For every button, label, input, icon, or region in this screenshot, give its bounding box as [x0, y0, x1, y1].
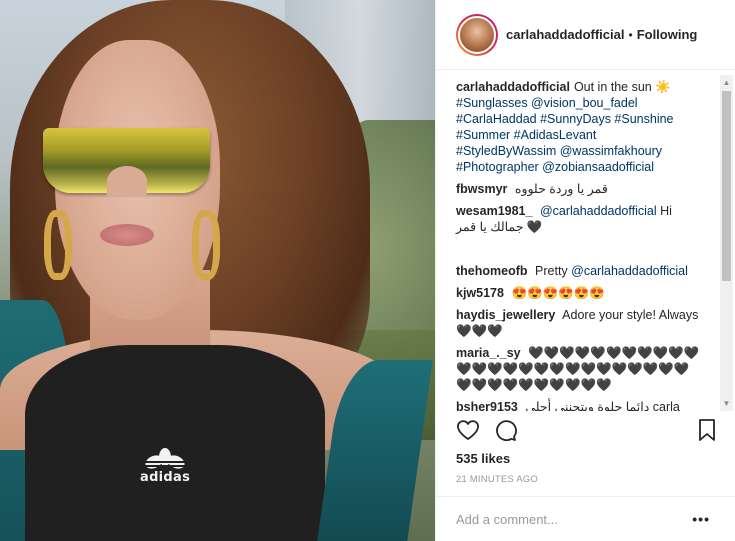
comment-username[interactable]: maria_._sy	[456, 346, 521, 360]
action-bar	[456, 418, 715, 442]
bookmark-icon[interactable]	[696, 418, 718, 442]
comment-text: 😍😍😍😍😍😍	[511, 286, 605, 300]
adidas-logo: adidas	[140, 448, 190, 485]
tank-top	[25, 345, 325, 541]
likes-count[interactable]: 535 likes	[456, 451, 510, 466]
caption-text: Out in the sun ☀️	[573, 80, 671, 94]
caption-line-4[interactable]: #Summer #AdidasLevant	[456, 128, 596, 142]
list-item: kjw5178 😍😍😍😍😍😍	[456, 285, 700, 301]
header-username[interactable]: carlahaddadofficial	[506, 27, 624, 42]
caption-line-3[interactable]: #CarlaHaddad #SunnyDays #Sunshine	[456, 112, 674, 126]
list-item: bsher9153 دائما حلوة وبتجنني أحلى carla …	[456, 399, 700, 411]
comment-username[interactable]: fbwsmyr	[456, 182, 507, 196]
post-header: carlahaddadofficial • Following	[436, 0, 735, 70]
more-options-icon[interactable]: •••	[692, 511, 710, 527]
comment-text: قمر يا وردة حلووه	[514, 182, 608, 196]
scrollbar-thumb[interactable]	[722, 91, 731, 281]
comment-text: Pretty	[535, 264, 568, 278]
list-item: haydis_jewellery Adore your style! Alway…	[456, 307, 700, 339]
post-side-panel: carlahaddadofficial • Following carlahad…	[435, 0, 735, 541]
list-item: fbwsmyr قمر يا وردة حلووه	[456, 181, 700, 197]
caption-username[interactable]: carlahaddadofficial	[456, 80, 570, 94]
post-photo[interactable]: adidas	[0, 0, 435, 541]
heart-icon[interactable]	[456, 418, 480, 442]
comment-icon[interactable]	[494, 418, 518, 442]
following-button[interactable]: Following	[637, 27, 698, 42]
caption-line-2[interactable]: #Sunglasses @vision_bou_fadel	[456, 96, 638, 110]
caption: carlahaddadofficial Out in the sun ☀️ #Su…	[456, 79, 700, 175]
comments-scrollbar[interactable]: ▲ ▼	[720, 75, 733, 411]
list-item: wesam1981_ @carlahaddadofficial Hi جمالك…	[456, 203, 700, 235]
comment-username[interactable]: bsher9153	[456, 400, 518, 411]
adidas-logo-text: adidas	[140, 470, 191, 485]
timestamp[interactable]: 21 MINUTES AGO	[456, 474, 538, 485]
caption-line-6[interactable]: #Photographer @zobiansaadofficial	[456, 160, 654, 174]
avatar[interactable]	[456, 13, 498, 56]
list-item: thehomeofb Pretty @carlahaddadofficial	[456, 263, 700, 279]
lips	[100, 224, 154, 246]
comment-username[interactable]: thehomeofb	[456, 264, 528, 278]
scroll-up-icon[interactable]: ▲	[722, 78, 731, 87]
add-comment-bar: •••	[436, 496, 735, 541]
header-separator: •	[628, 27, 633, 42]
comments-list[interactable]: carlahaddadofficial Out in the sun ☀️ #Su…	[436, 79, 720, 411]
earring-left	[44, 210, 72, 280]
trefoil-icon	[143, 448, 187, 469]
comment-username[interactable]: haydis_jewellery	[456, 308, 555, 322]
comment-mention[interactable]: @carlahaddadofficial	[571, 264, 688, 278]
comment-username[interactable]: wesam1981_	[456, 204, 532, 218]
earring-right	[192, 210, 220, 280]
comment-mention[interactable]: @carlahaddadofficial	[540, 204, 657, 218]
sunglasses	[43, 128, 210, 196]
scroll-down-icon[interactable]: ▼	[722, 399, 731, 408]
list-item: maria_._sy 🖤🖤🖤🖤🖤🖤🖤🖤🖤🖤🖤🖤🖤🖤🖤🖤🖤🖤🖤🖤🖤🖤🖤🖤🖤🖤🖤🖤🖤…	[456, 345, 700, 393]
comment-username[interactable]: kjw5178	[456, 286, 504, 300]
add-comment-input[interactable]	[456, 511, 693, 527]
caption-line-5[interactable]: #StyledByWassim @wassimfakhoury	[456, 144, 662, 158]
